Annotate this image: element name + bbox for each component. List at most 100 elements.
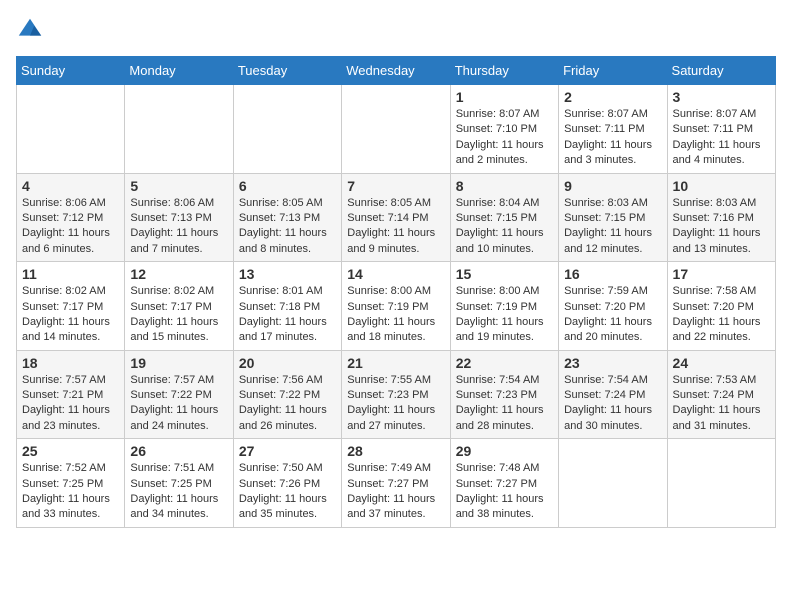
calendar-cell: 18 Sunrise: 7:57 AM Sunset: 7:21 PM Dayli… xyxy=(17,350,125,439)
calendar-cell: 20 Sunrise: 7:56 AM Sunset: 7:22 PM Dayli… xyxy=(233,350,341,439)
day-info: Sunrise: 8:06 AM Sunset: 7:13 PM Dayligh… xyxy=(130,196,227,258)
calendar-cell: 24 Sunrise: 7:53 AM Sunset: 7:24 PM Dayli… xyxy=(667,350,775,439)
calendar-cell xyxy=(125,85,233,174)
day-info: Sunrise: 8:00 AM Sunset: 7:19 PM Dayligh… xyxy=(347,284,444,346)
day-number: 20 xyxy=(239,355,336,371)
day-info: Sunrise: 7:54 AM Sunset: 7:24 PM Dayligh… xyxy=(564,373,661,435)
calendar-cell xyxy=(342,85,450,174)
calendar-cell: 29 Sunrise: 7:48 AM Sunset: 7:27 PM Dayli… xyxy=(450,439,558,528)
day-info: Sunrise: 7:52 AM Sunset: 7:25 PM Dayligh… xyxy=(22,461,119,523)
day-number: 17 xyxy=(673,266,770,282)
logo xyxy=(16,16,48,44)
calendar-cell: 4 Sunrise: 8:06 AM Sunset: 7:12 PM Daylig… xyxy=(17,173,125,262)
day-info: Sunrise: 8:03 AM Sunset: 7:15 PM Dayligh… xyxy=(564,196,661,258)
calendar-cell: 8 Sunrise: 8:04 AM Sunset: 7:15 PM Daylig… xyxy=(450,173,558,262)
day-number: 29 xyxy=(456,443,553,459)
day-number: 12 xyxy=(130,266,227,282)
calendar-cell: 28Sunrise: 7:49 AM Sunset: 7:27 PM Dayli… xyxy=(342,439,450,528)
day-info: Sunrise: 8:00 AM Sunset: 7:19 PM Dayligh… xyxy=(456,284,553,346)
day-info: Sunrise: 8:07 AM Sunset: 7:11 PM Dayligh… xyxy=(673,107,770,169)
day-info: Sunrise: 8:05 AM Sunset: 7:13 PM Dayligh… xyxy=(239,196,336,258)
day-number: 26 xyxy=(130,443,227,459)
calendar-cell: 19 Sunrise: 7:57 AM Sunset: 7:22 PM Dayli… xyxy=(125,350,233,439)
day-number: 9 xyxy=(564,178,661,194)
calendar-cell: 10 Sunrise: 8:03 AM Sunset: 7:16 PM Dayli… xyxy=(667,173,775,262)
calendar-header: SundayMondayTuesdayWednesdayThursdayFrid… xyxy=(17,57,776,85)
day-info: Sunrise: 7:56 AM Sunset: 7:22 PM Dayligh… xyxy=(239,373,336,435)
calendar-cell: 16Sunrise: 7:59 AM Sunset: 7:20 PM Dayli… xyxy=(559,262,667,351)
calendar-cell: 11 Sunrise: 8:02 AM Sunset: 7:17 PM Dayli… xyxy=(17,262,125,351)
calendar-cell: 6 Sunrise: 8:05 AM Sunset: 7:13 PM Daylig… xyxy=(233,173,341,262)
day-info: Sunrise: 7:50 AM Sunset: 7:26 PM Dayligh… xyxy=(239,461,336,523)
day-number: 24 xyxy=(673,355,770,371)
week-row-1: 4 Sunrise: 8:06 AM Sunset: 7:12 PM Daylig… xyxy=(17,173,776,262)
day-info: Sunrise: 8:06 AM Sunset: 7:12 PM Dayligh… xyxy=(22,196,119,258)
day-info: Sunrise: 7:53 AM Sunset: 7:24 PM Dayligh… xyxy=(673,373,770,435)
day-number: 21 xyxy=(347,355,444,371)
day-number: 13 xyxy=(239,266,336,282)
day-number: 6 xyxy=(239,178,336,194)
calendar-cell: 14 Sunrise: 8:00 AM Sunset: 7:19 PM Dayli… xyxy=(342,262,450,351)
day-header-tuesday: Tuesday xyxy=(233,57,341,85)
day-info: Sunrise: 7:54 AM Sunset: 7:23 PM Dayligh… xyxy=(456,373,553,435)
week-row-4: 25 Sunrise: 7:52 AM Sunset: 7:25 PM Dayli… xyxy=(17,439,776,528)
day-info: Sunrise: 8:03 AM Sunset: 7:16 PM Dayligh… xyxy=(673,196,770,258)
day-info: Sunrise: 7:57 AM Sunset: 7:22 PM Dayligh… xyxy=(130,373,227,435)
calendar-cell: 7Sunrise: 8:05 AM Sunset: 7:14 PM Daylig… xyxy=(342,173,450,262)
calendar-cell: 5 Sunrise: 8:06 AM Sunset: 7:13 PM Daylig… xyxy=(125,173,233,262)
day-number: 23 xyxy=(564,355,661,371)
day-number: 27 xyxy=(239,443,336,459)
day-header-monday: Monday xyxy=(125,57,233,85)
day-header-saturday: Saturday xyxy=(667,57,775,85)
calendar-cell xyxy=(667,439,775,528)
day-number: 16 xyxy=(564,266,661,282)
week-row-2: 11 Sunrise: 8:02 AM Sunset: 7:17 PM Dayli… xyxy=(17,262,776,351)
calendar-cell: 23 Sunrise: 7:54 AM Sunset: 7:24 PM Dayli… xyxy=(559,350,667,439)
day-info: Sunrise: 7:48 AM Sunset: 7:27 PM Dayligh… xyxy=(456,461,553,523)
calendar-cell xyxy=(17,85,125,174)
calendar-cell: 15 Sunrise: 8:00 AM Sunset: 7:19 PM Dayli… xyxy=(450,262,558,351)
day-header-thursday: Thursday xyxy=(450,57,558,85)
day-number: 19 xyxy=(130,355,227,371)
calendar-cell: 1Sunrise: 8:07 AM Sunset: 7:10 PM Daylig… xyxy=(450,85,558,174)
day-number: 15 xyxy=(456,266,553,282)
day-number: 10 xyxy=(673,178,770,194)
day-info: Sunrise: 8:02 AM Sunset: 7:17 PM Dayligh… xyxy=(22,284,119,346)
calendar-cell: 25 Sunrise: 7:52 AM Sunset: 7:25 PM Dayli… xyxy=(17,439,125,528)
day-info: Sunrise: 8:04 AM Sunset: 7:15 PM Dayligh… xyxy=(456,196,553,258)
day-info: Sunrise: 7:51 AM Sunset: 7:25 PM Dayligh… xyxy=(130,461,227,523)
day-number: 1 xyxy=(456,89,553,105)
week-row-3: 18 Sunrise: 7:57 AM Sunset: 7:21 PM Dayli… xyxy=(17,350,776,439)
calendar-body: 1Sunrise: 8:07 AM Sunset: 7:10 PM Daylig… xyxy=(17,85,776,528)
day-info: Sunrise: 8:07 AM Sunset: 7:11 PM Dayligh… xyxy=(564,107,661,169)
calendar-cell: 27 Sunrise: 7:50 AM Sunset: 7:26 PM Dayli… xyxy=(233,439,341,528)
week-row-0: 1Sunrise: 8:07 AM Sunset: 7:10 PM Daylig… xyxy=(17,85,776,174)
day-number: 11 xyxy=(22,266,119,282)
day-number: 18 xyxy=(22,355,119,371)
page-header xyxy=(16,16,776,44)
calendar-cell: 9 Sunrise: 8:03 AM Sunset: 7:15 PM Daylig… xyxy=(559,173,667,262)
day-info: Sunrise: 7:58 AM Sunset: 7:20 PM Dayligh… xyxy=(673,284,770,346)
day-number: 8 xyxy=(456,178,553,194)
day-number: 25 xyxy=(22,443,119,459)
day-number: 14 xyxy=(347,266,444,282)
day-info: Sunrise: 8:01 AM Sunset: 7:18 PM Dayligh… xyxy=(239,284,336,346)
calendar-cell xyxy=(233,85,341,174)
calendar-cell: 17 Sunrise: 7:58 AM Sunset: 7:20 PM Dayli… xyxy=(667,262,775,351)
day-header-sunday: Sunday xyxy=(17,57,125,85)
calendar-cell: 2 Sunrise: 8:07 AM Sunset: 7:11 PM Daylig… xyxy=(559,85,667,174)
day-info: Sunrise: 8:05 AM Sunset: 7:14 PM Dayligh… xyxy=(347,196,444,258)
day-number: 5 xyxy=(130,178,227,194)
day-number: 2 xyxy=(564,89,661,105)
calendar-cell xyxy=(559,439,667,528)
day-number: 3 xyxy=(673,89,770,105)
day-info: Sunrise: 7:57 AM Sunset: 7:21 PM Dayligh… xyxy=(22,373,119,435)
day-info: Sunrise: 8:02 AM Sunset: 7:17 PM Dayligh… xyxy=(130,284,227,346)
calendar-cell: 22 Sunrise: 7:54 AM Sunset: 7:23 PM Dayli… xyxy=(450,350,558,439)
day-number: 22 xyxy=(456,355,553,371)
calendar-cell: 3 Sunrise: 8:07 AM Sunset: 7:11 PM Daylig… xyxy=(667,85,775,174)
day-header-wednesday: Wednesday xyxy=(342,57,450,85)
day-number: 4 xyxy=(22,178,119,194)
calendar-cell: 26 Sunrise: 7:51 AM Sunset: 7:25 PM Dayli… xyxy=(125,439,233,528)
calendar-cell: 13 Sunrise: 8:01 AM Sunset: 7:18 PM Dayli… xyxy=(233,262,341,351)
